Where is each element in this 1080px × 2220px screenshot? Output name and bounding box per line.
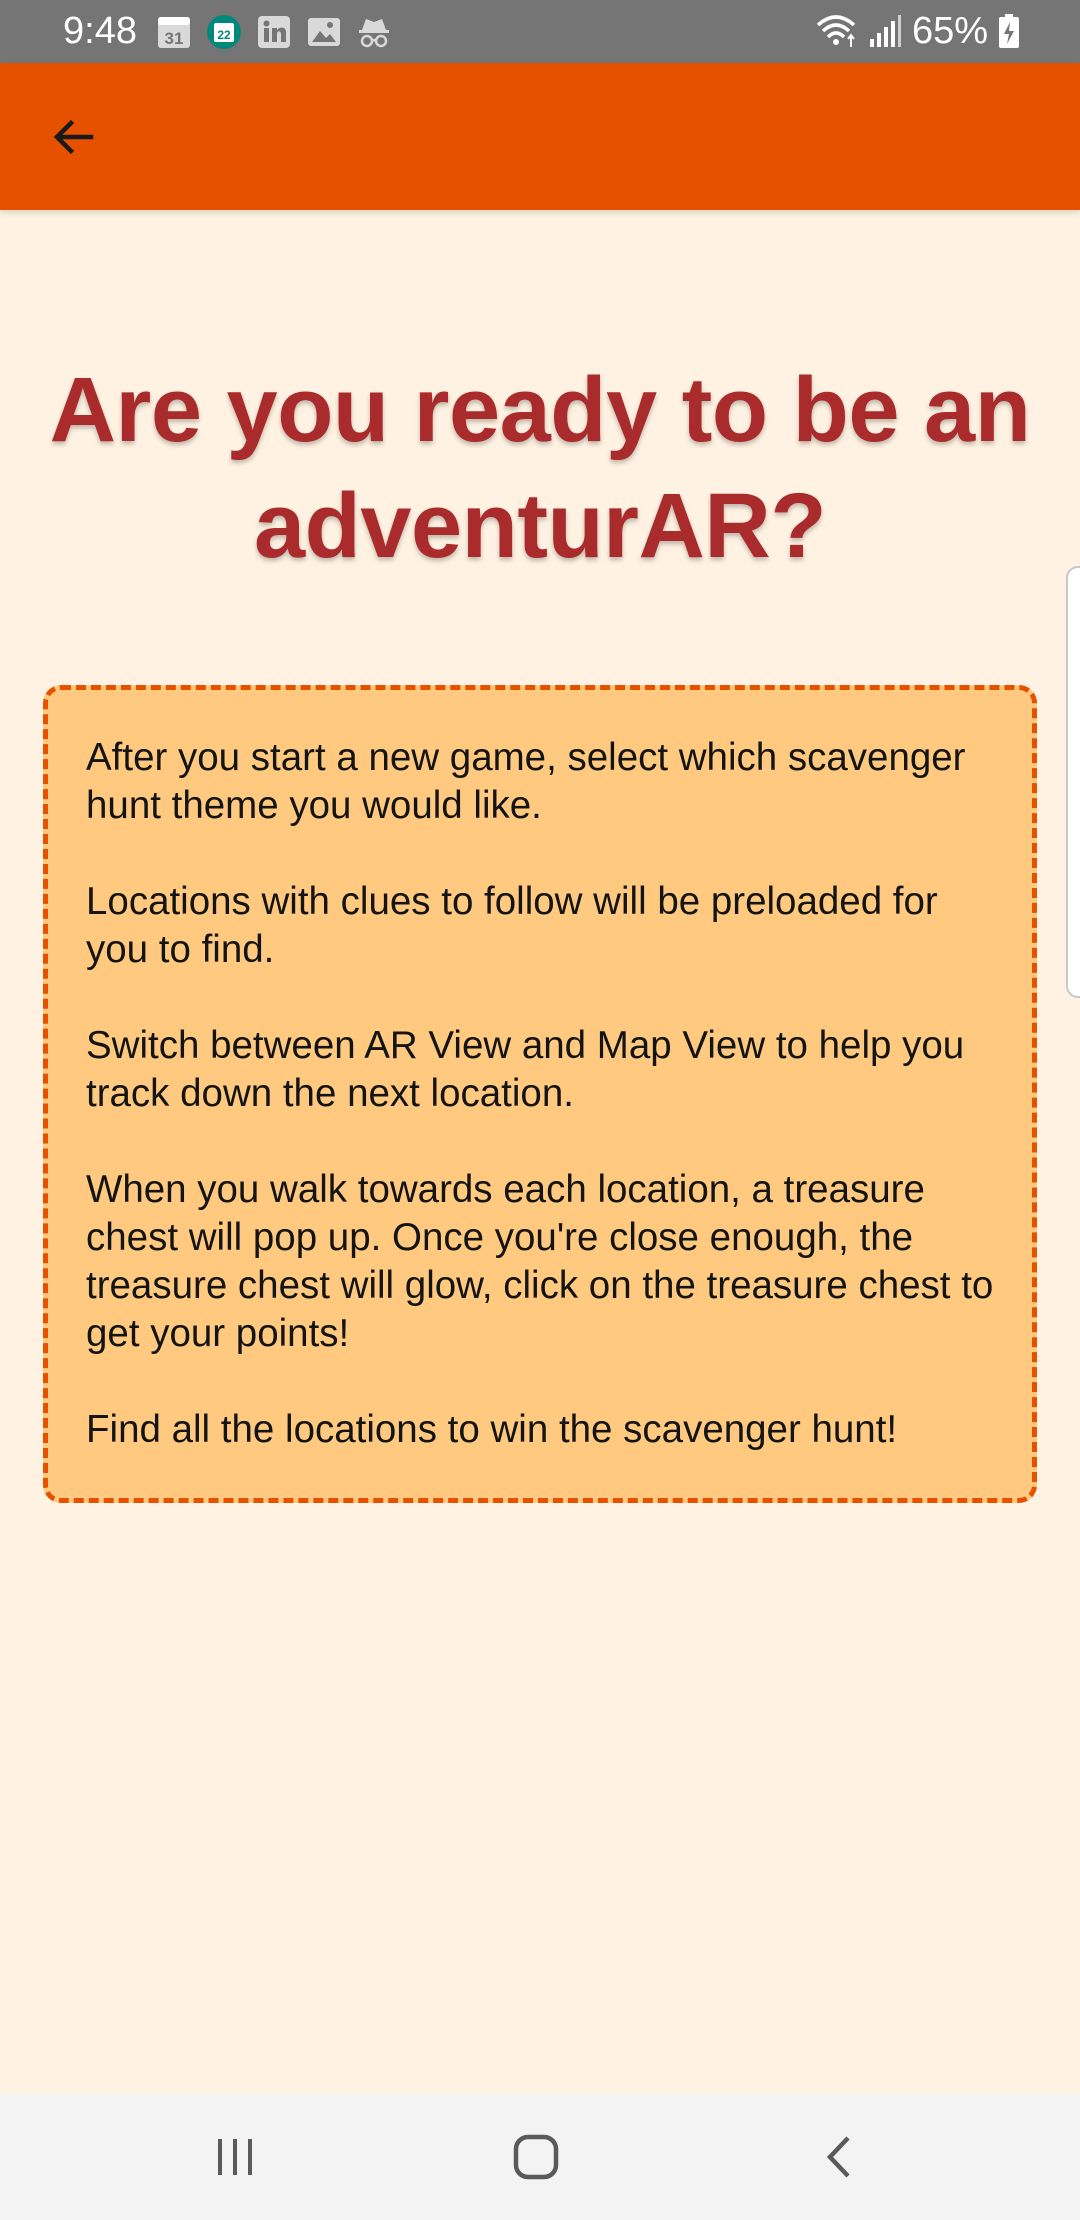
recents-icon bbox=[218, 2139, 252, 2175]
calendar-31-label: 31 bbox=[165, 29, 184, 48]
nav-back-button[interactable] bbox=[795, 2122, 885, 2192]
screen: 9:48 31 22 65% Are you ready to be an ad… bbox=[0, 0, 1080, 2220]
home-icon bbox=[513, 2134, 559, 2180]
status-bar: 9:48 31 22 65% bbox=[0, 0, 1080, 63]
linkedin-icon bbox=[258, 16, 290, 48]
edge-panel-handle[interactable] bbox=[1066, 566, 1080, 998]
calendar-31-icon: 31 bbox=[158, 17, 190, 48]
battery-charging-icon bbox=[999, 14, 1019, 48]
calendar-22-icon: 22 bbox=[207, 15, 241, 49]
instruction-paragraph: Locations with clues to follow will be p… bbox=[86, 880, 938, 971]
back-chevron-icon bbox=[826, 2136, 850, 2178]
arrow-left-icon bbox=[53, 119, 94, 155]
recents-button[interactable] bbox=[190, 2122, 280, 2192]
signal-icon bbox=[869, 15, 901, 47]
notification-icons: 31 22 bbox=[156, 14, 392, 50]
instructions-card: After you start a new game, select which… bbox=[43, 685, 1037, 1503]
incognito-icon bbox=[359, 19, 389, 48]
back-button[interactable] bbox=[38, 109, 108, 165]
instruction-paragraph: Switch between AR View and Map View to h… bbox=[86, 1024, 965, 1115]
page-title: Are you ready to be an adventurAR? bbox=[49, 359, 1031, 577]
instructions-list: After you start a new game, select which… bbox=[86, 734, 1006, 1454]
battery-percent: 65% bbox=[911, 10, 988, 52]
instruction-paragraph: Find all the locations to win the scaven… bbox=[86, 1408, 898, 1451]
instruction-paragraph: After you start a new game, select which… bbox=[86, 736, 966, 827]
calendar-22-label: 22 bbox=[217, 28, 231, 42]
wifi-icon bbox=[816, 15, 856, 47]
status-time: 9:48 bbox=[63, 10, 137, 52]
home-button[interactable] bbox=[491, 2122, 581, 2192]
navigation-bar bbox=[0, 2094, 1080, 2220]
instruction-paragraph: When you walk towards each location, a t… bbox=[86, 1168, 994, 1355]
app-bar bbox=[0, 63, 1080, 210]
gallery-icon bbox=[308, 18, 340, 46]
status-right: 65% bbox=[814, 8, 1020, 54]
